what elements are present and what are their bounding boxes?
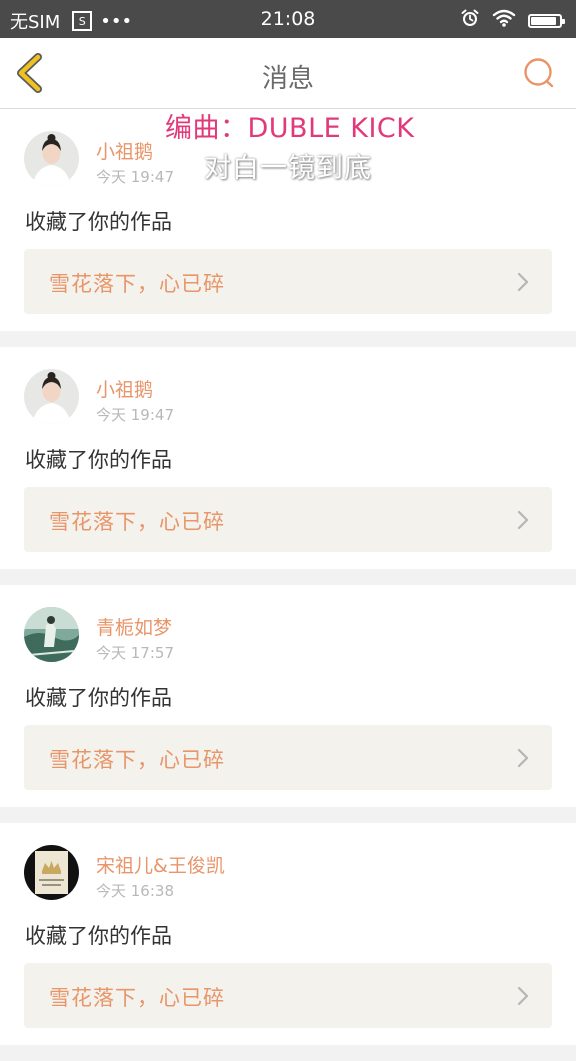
avatar[interactable]: [24, 845, 79, 900]
work-link[interactable]: 雪花落下，心已碎: [24, 963, 552, 1028]
work-link[interactable]: 雪花落下，心已碎: [24, 487, 552, 552]
user-name[interactable]: 小祖鹅: [96, 137, 153, 164]
chevron-right-icon: [517, 272, 529, 292]
message-time: 今天 16:38: [96, 882, 174, 900]
battery-icon: [528, 13, 565, 28]
message-text: 收藏了你的作品: [25, 686, 172, 710]
status-right: [460, 8, 565, 33]
work-link[interactable]: 雪花落下，心已碎: [24, 725, 552, 790]
message-text: 收藏了你的作品: [25, 448, 172, 472]
message-time: 今天 19:47: [96, 406, 174, 424]
search-icon: [524, 58, 554, 88]
search-button[interactable]: [522, 56, 556, 90]
avatar[interactable]: [24, 607, 79, 662]
work-title: 雪花落下，心已碎: [49, 510, 225, 534]
avatar[interactable]: [24, 369, 79, 424]
user-name[interactable]: 宋祖儿&王俊凯: [96, 851, 225, 878]
message-card[interactable]: 小祖鹅 今天 19:47 收藏了你的作品 雪花落下，心已碎: [0, 347, 576, 569]
chevron-right-icon: [517, 510, 529, 530]
message-text: 收藏了你的作品: [25, 924, 172, 948]
battery-fill: [531, 16, 556, 25]
overlay-caption-title: 编曲：DUBLE KICK: [165, 113, 415, 144]
user-name[interactable]: 小祖鹅: [96, 375, 153, 402]
work-title: 雪花落下，心已碎: [49, 986, 225, 1010]
overlay-caption-subtitle: 对白一镜到底: [204, 153, 372, 184]
work-link[interactable]: 雪花落下，心已碎: [24, 249, 552, 314]
message-time: 今天 19:47: [96, 168, 174, 186]
chevron-right-icon: [517, 986, 529, 1006]
user-name[interactable]: 青栀如梦: [96, 613, 172, 640]
avatar[interactable]: [24, 131, 79, 186]
message-time: 今天 17:57: [96, 644, 174, 662]
page-title: 消息: [261, 64, 314, 94]
message-card[interactable]: 青栀如梦 今天 17:57 收藏了你的作品 雪花落下，心已碎: [0, 585, 576, 807]
alarm-icon: [460, 8, 480, 33]
message-card[interactable]: 宋祖儿&王俊凯 今天 16:38 收藏了你的作品 雪花落下，心已碎: [0, 823, 576, 1045]
work-title: 雪花落下，心已碎: [49, 272, 225, 296]
status-bar: 无SIM S ••• 21:08: [0, 0, 576, 38]
message-list: 小祖鹅 今天 19:47 收藏了你的作品 雪花落下，心已碎 小祖鹅 今天 19:…: [0, 109, 576, 1061]
message-text: 收藏了你的作品: [25, 210, 172, 234]
chevron-right-icon: [517, 748, 529, 768]
work-title: 雪花落下，心已碎: [49, 748, 225, 772]
wifi-icon: [492, 8, 516, 33]
nav-bar: 消息: [0, 38, 576, 109]
